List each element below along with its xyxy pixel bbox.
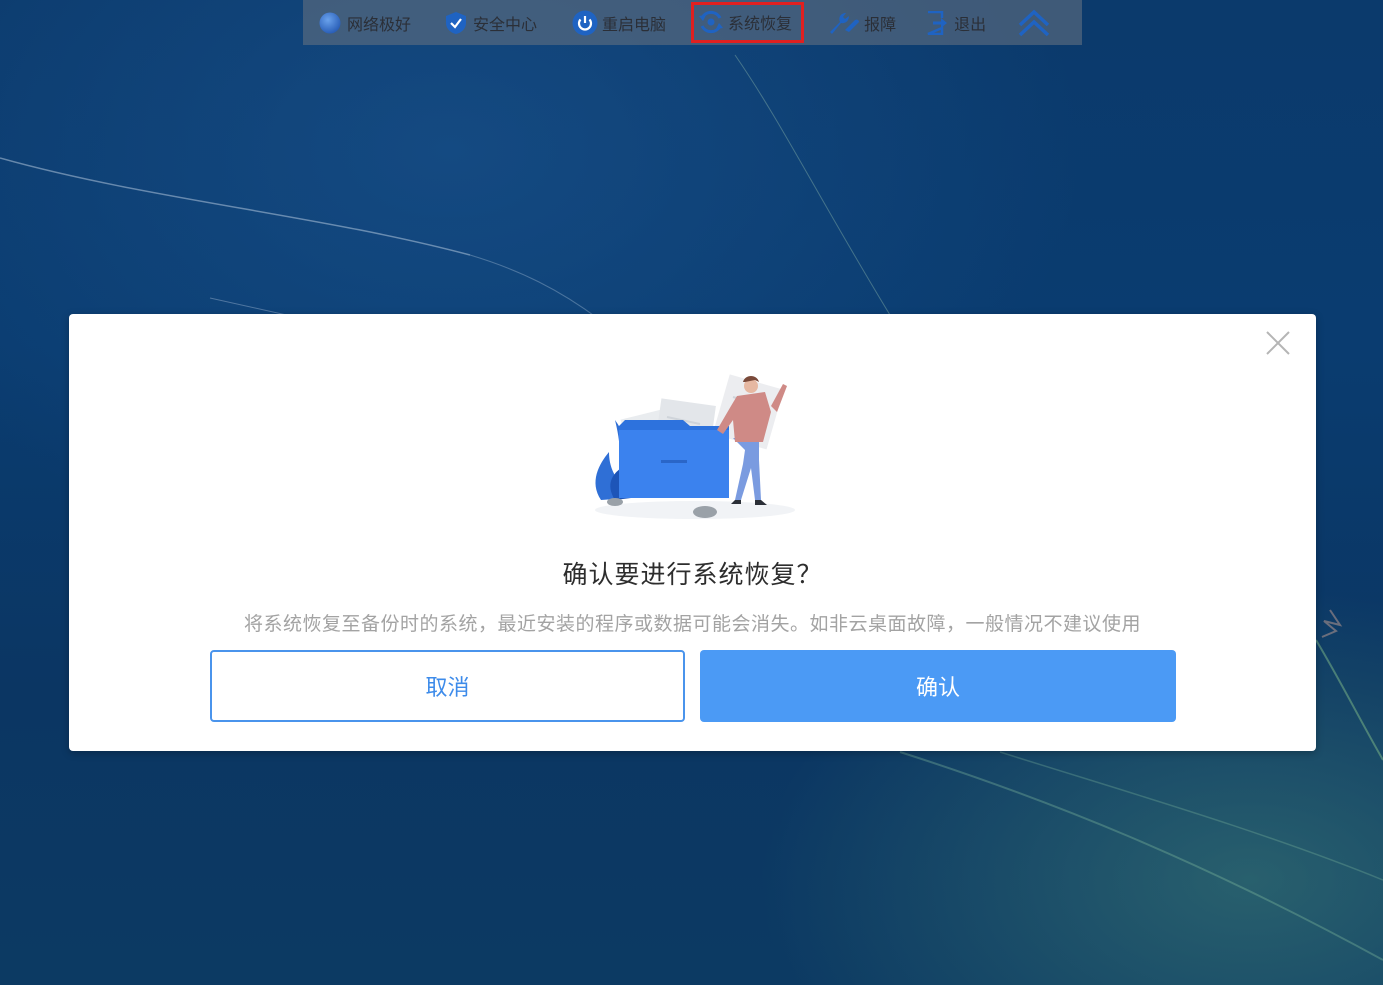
top-toolbar: 网络极好 安全中心 重启电脑 系统恢复 报障 退出 <box>303 0 1082 45</box>
toolbar-item-system-restore[interactable]: 系统恢复 <box>691 1 805 43</box>
exit-icon <box>924 10 950 36</box>
toolbar-item-label: 系统恢复 <box>728 14 793 33</box>
wrench-icon <box>828 10 860 36</box>
shield-icon <box>443 10 469 36</box>
dialog-message: 将系统恢复至备份时的系统，最近安装的程序或数据可能会消失。如非云桌面故障，一般情… <box>243 613 1141 635</box>
double-chevron-up-icon <box>1018 9 1050 37</box>
desktop: 网络极好 安全中心 重启电脑 系统恢复 报障 退出 确认要进行系统恢复？ 将系统… <box>0 0 1383 985</box>
restore-confirm-dialog: 确认要进行系统恢复？ 将系统恢复至备份时的系统，最近安装的程序或数据可能会消失。… <box>69 314 1316 751</box>
network-status-icon <box>317 10 343 36</box>
toolbar-item-label: 安全中心 <box>473 14 538 34</box>
cancel-button[interactable]: 取消 <box>210 650 685 722</box>
toolbar-item-report[interactable]: 报障 <box>828 0 896 45</box>
toolbar-item-security[interactable]: 安全中心 <box>443 0 537 45</box>
toolbar-item-label: 重启电脑 <box>602 14 667 34</box>
toolbar-item-exit[interactable]: 退出 <box>924 0 986 45</box>
toolbar-item-label: 报障 <box>864 14 897 34</box>
power-icon <box>572 10 598 36</box>
dialog-title: 确认要进行系统恢复？ <box>562 560 823 589</box>
toolbar-collapse-button[interactable] <box>1018 0 1050 45</box>
close-button[interactable] <box>1266 331 1290 355</box>
toolbar-item-label: 网络极好 <box>347 14 412 34</box>
toolbar-item-network[interactable]: 网络极好 <box>317 0 411 45</box>
confirm-button[interactable]: 确认 <box>700 650 1176 722</box>
close-icon <box>1266 331 1290 355</box>
folder-illustration <box>595 374 795 519</box>
restore-icon <box>698 9 724 35</box>
toolbar-item-restart[interactable]: 重启电脑 <box>572 0 666 45</box>
toolbar-item-label: 退出 <box>954 14 987 34</box>
